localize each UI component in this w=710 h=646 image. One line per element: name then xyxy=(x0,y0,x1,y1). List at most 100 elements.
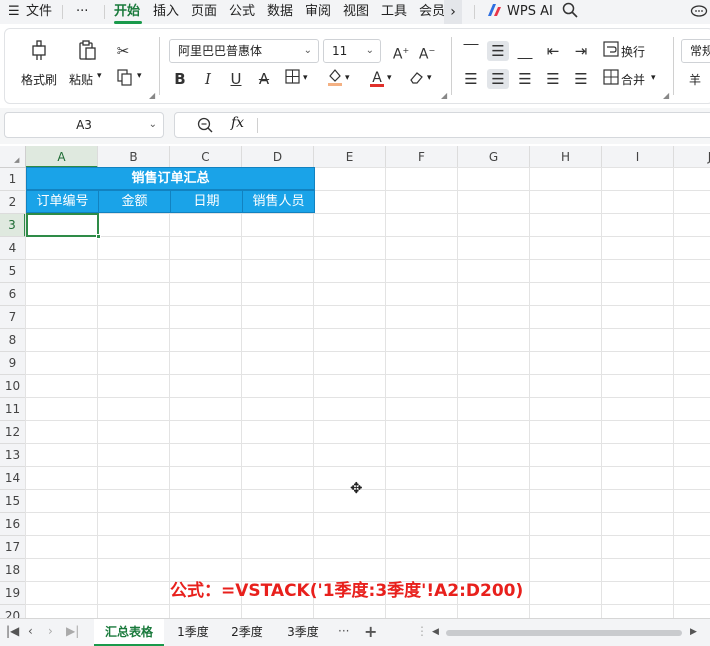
scroll-tabs-right-icon[interactable]: › xyxy=(444,0,462,24)
expand-corner-icon[interactable]: ◢ xyxy=(663,91,669,100)
currency-format-icon[interactable]: 羊 xyxy=(689,71,701,88)
column-header[interactable]: E xyxy=(314,146,386,168)
tab-data[interactable]: 数据 xyxy=(267,2,293,22)
strikethrough-icon[interactable]: A xyxy=(255,69,273,89)
sheet-tab-q3[interactable]: 3季度 xyxy=(280,619,326,646)
column-header[interactable]: B xyxy=(98,146,170,168)
tab-tools[interactable]: 工具 xyxy=(381,2,407,22)
chevron-down-icon[interactable]: ▾ xyxy=(137,71,142,81)
column-header[interactable]: J xyxy=(674,146,710,168)
row-header[interactable]: 8 xyxy=(0,329,26,352)
sheet-tab-summary[interactable]: 汇总表格 xyxy=(94,619,164,646)
spreadsheet-grid[interactable]: ◢ ABCDEFGHIJ 1 2 3 4 5 6 7 8 9 10 11 12 13 14 15 16 17 18… xyxy=(0,144,710,618)
decrease-indent-icon[interactable]: ⇤ xyxy=(543,41,563,61)
increase-font-icon[interactable]: A+ xyxy=(391,41,411,65)
column-header[interactable]: G xyxy=(458,146,530,168)
chevron-down-icon[interactable]: ▾ xyxy=(97,71,102,81)
underline-icon[interactable]: U xyxy=(227,69,245,89)
align-left-icon[interactable]: ☰ xyxy=(461,69,481,89)
italic-icon[interactable]: I xyxy=(199,69,217,89)
tab-page[interactable]: 页面 xyxy=(191,2,217,22)
menu-file[interactable]: 文件 xyxy=(26,2,52,22)
next-sheet-icon[interactable]: › xyxy=(48,624,53,638)
name-box[interactable]: A3 ⌄ xyxy=(4,112,164,138)
increase-indent-icon[interactable]: ⇥ xyxy=(571,41,591,61)
header-cell-amount[interactable]: 金额 xyxy=(98,190,171,213)
copy-icon[interactable] xyxy=(115,69,135,92)
row-header[interactable]: 13 xyxy=(0,444,26,467)
wrap-text-button[interactable]: 换行 xyxy=(621,43,645,60)
row-header[interactable]: 18 xyxy=(0,559,26,582)
number-format-select[interactable]: 常规 xyxy=(681,39,710,63)
column-header[interactable]: C xyxy=(170,146,242,168)
row-header[interactable]: 10 xyxy=(0,375,26,398)
tab-insert[interactable]: 插入 xyxy=(153,2,179,22)
chevron-down-icon[interactable]: ▾ xyxy=(303,73,308,83)
column-header[interactable]: I xyxy=(602,146,674,168)
tab-formula[interactable]: 公式 xyxy=(229,2,255,22)
active-cell-a3[interactable] xyxy=(26,213,99,237)
sheet-tab-q2[interactable]: 2季度 xyxy=(224,619,270,646)
fx-icon[interactable]: fx xyxy=(231,115,244,131)
header-cell-salesperson[interactable]: 销售人员 xyxy=(242,190,315,213)
column-header[interactable]: F xyxy=(386,146,458,168)
more-sheets-icon[interactable]: ··· xyxy=(338,624,349,638)
row-header[interactable]: 6 xyxy=(0,283,26,306)
header-cell-date[interactable]: 日期 xyxy=(170,190,243,213)
row-header[interactable]: 15 xyxy=(0,490,26,513)
select-all-corner[interactable]: ◢ xyxy=(0,146,26,168)
row-header[interactable]: 17 xyxy=(0,536,26,559)
fill-handle[interactable] xyxy=(96,234,101,239)
row-header[interactable]: 7 xyxy=(0,306,26,329)
row-header[interactable]: 14 xyxy=(0,467,26,490)
row-header[interactable]: 19 xyxy=(0,582,26,605)
align-top-icon[interactable]: ⎺ xyxy=(461,41,481,61)
row-header[interactable]: 2 xyxy=(0,191,26,214)
wps-ai-logo-icon[interactable] xyxy=(487,2,503,22)
scroll-right-icon[interactable]: ▶ xyxy=(690,627,697,637)
borders-icon[interactable] xyxy=(283,69,301,89)
sheet-tab-q1[interactable]: 1季度 xyxy=(170,619,216,646)
column-header[interactable]: H xyxy=(530,146,602,168)
splitter-icon[interactable]: ⋮ xyxy=(416,624,428,638)
eraser-icon[interactable] xyxy=(407,69,427,89)
horizontal-scrollbar[interactable] xyxy=(446,630,682,636)
font-name-select[interactable]: 阿里巴巴普惠体 ⌄ xyxy=(169,39,319,63)
chevron-down-icon[interactable]: ▾ xyxy=(427,73,432,83)
add-sheet-button[interactable]: + xyxy=(364,622,377,641)
wrap-text-icon[interactable] xyxy=(601,41,621,62)
first-sheet-icon[interactable]: |◀ xyxy=(6,624,19,638)
paste-button[interactable]: 粘贴 xyxy=(69,71,93,88)
decrease-font-icon[interactable]: A− xyxy=(417,41,437,65)
row-header[interactable]: 9 xyxy=(0,352,26,375)
row-header[interactable]: 16 xyxy=(0,513,26,536)
last-sheet-icon[interactable]: ▶| xyxy=(66,624,79,638)
row-header[interactable]: 4 xyxy=(0,237,26,260)
column-header[interactable]: A xyxy=(26,146,98,168)
more-menu-icon[interactable]: ··· xyxy=(76,2,88,22)
scroll-left-icon[interactable]: ◀ xyxy=(432,627,439,637)
cloud-icon[interactable] xyxy=(690,2,708,22)
fill-color-icon[interactable] xyxy=(325,67,345,92)
tab-review[interactable]: 审阅 xyxy=(305,2,331,22)
chevron-down-icon[interactable]: ▾ xyxy=(345,73,350,83)
chevron-down-icon[interactable]: ▾ xyxy=(651,73,656,83)
align-right-icon[interactable]: ☰ xyxy=(515,69,535,89)
wps-ai-button[interactable]: WPS AI xyxy=(507,2,553,22)
merge-icon[interactable] xyxy=(601,69,621,90)
header-cell-order-id[interactable]: 订单编号 xyxy=(26,190,99,213)
row-header[interactable]: 11 xyxy=(0,398,26,421)
chevron-down-icon[interactable]: ▾ xyxy=(387,73,392,83)
search-icon[interactable] xyxy=(562,2,578,22)
font-size-select[interactable]: 11 ⌄ xyxy=(323,39,381,63)
cut-icon[interactable]: ✂ xyxy=(113,41,133,61)
prev-sheet-icon[interactable]: ‹ xyxy=(28,624,33,638)
merge-button[interactable]: 合并 xyxy=(621,71,645,88)
tab-home[interactable]: 开始 xyxy=(114,2,140,22)
zoom-icon[interactable] xyxy=(197,117,213,136)
row-header[interactable]: 3 xyxy=(0,214,26,237)
distributed-icon[interactable]: ☰ xyxy=(571,69,591,89)
row-header[interactable]: 1 xyxy=(0,168,26,191)
bold-icon[interactable]: B xyxy=(171,69,189,89)
row-header[interactable]: 20 xyxy=(0,605,26,618)
